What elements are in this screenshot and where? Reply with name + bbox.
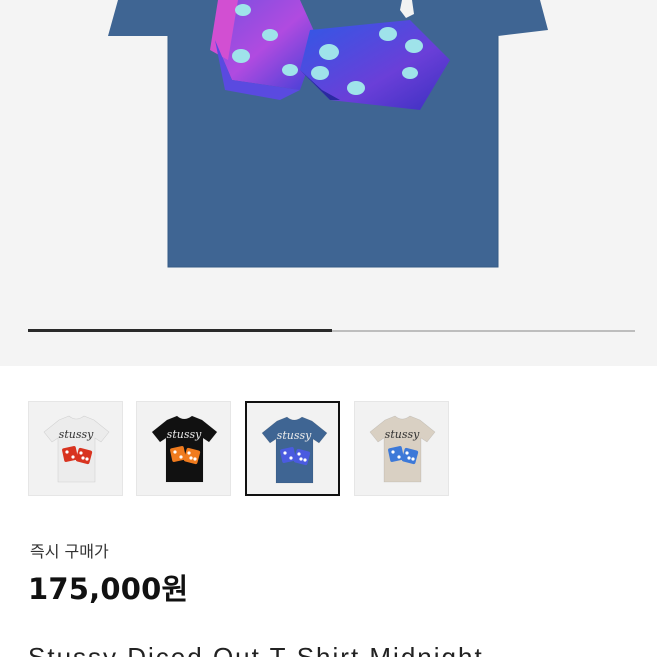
instant-buy-label: 즉시 구매가 [30,542,109,561]
color-thumbnail-list: stussy stussy stussy stussy [28,401,453,496]
price: 175,000원 [28,572,189,606]
tshirt-thumbnail-graphic: stussy [369,415,436,483]
gallery-progress-fill [28,329,332,332]
product-hero-image[interactable] [0,0,657,366]
white-tee-thumbnail[interactable]: stussy [28,401,123,496]
tshirt-thumbnail-graphic: stussy [151,415,218,483]
tshirt-thumbnail-graphic: stussy [261,416,328,484]
tshirt-illustration [108,0,548,268]
navy-tee-thumbnail[interactable]: stussy [245,401,340,496]
svg-text:stussy: stussy [59,428,94,441]
svg-text:stussy: stussy [167,428,202,441]
tshirt-thumbnail-graphic: stussy [43,415,110,483]
beige-tee-thumbnail[interactable]: stussy [354,401,449,496]
svg-text:stussy: stussy [277,429,312,442]
product-title: Stussy Diced Out T-Shirt Midnight [28,642,484,657]
svg-text:stussy: stussy [385,428,420,441]
gallery-progress-bar [28,329,635,332]
black-tee-thumbnail[interactable]: stussy [136,401,231,496]
